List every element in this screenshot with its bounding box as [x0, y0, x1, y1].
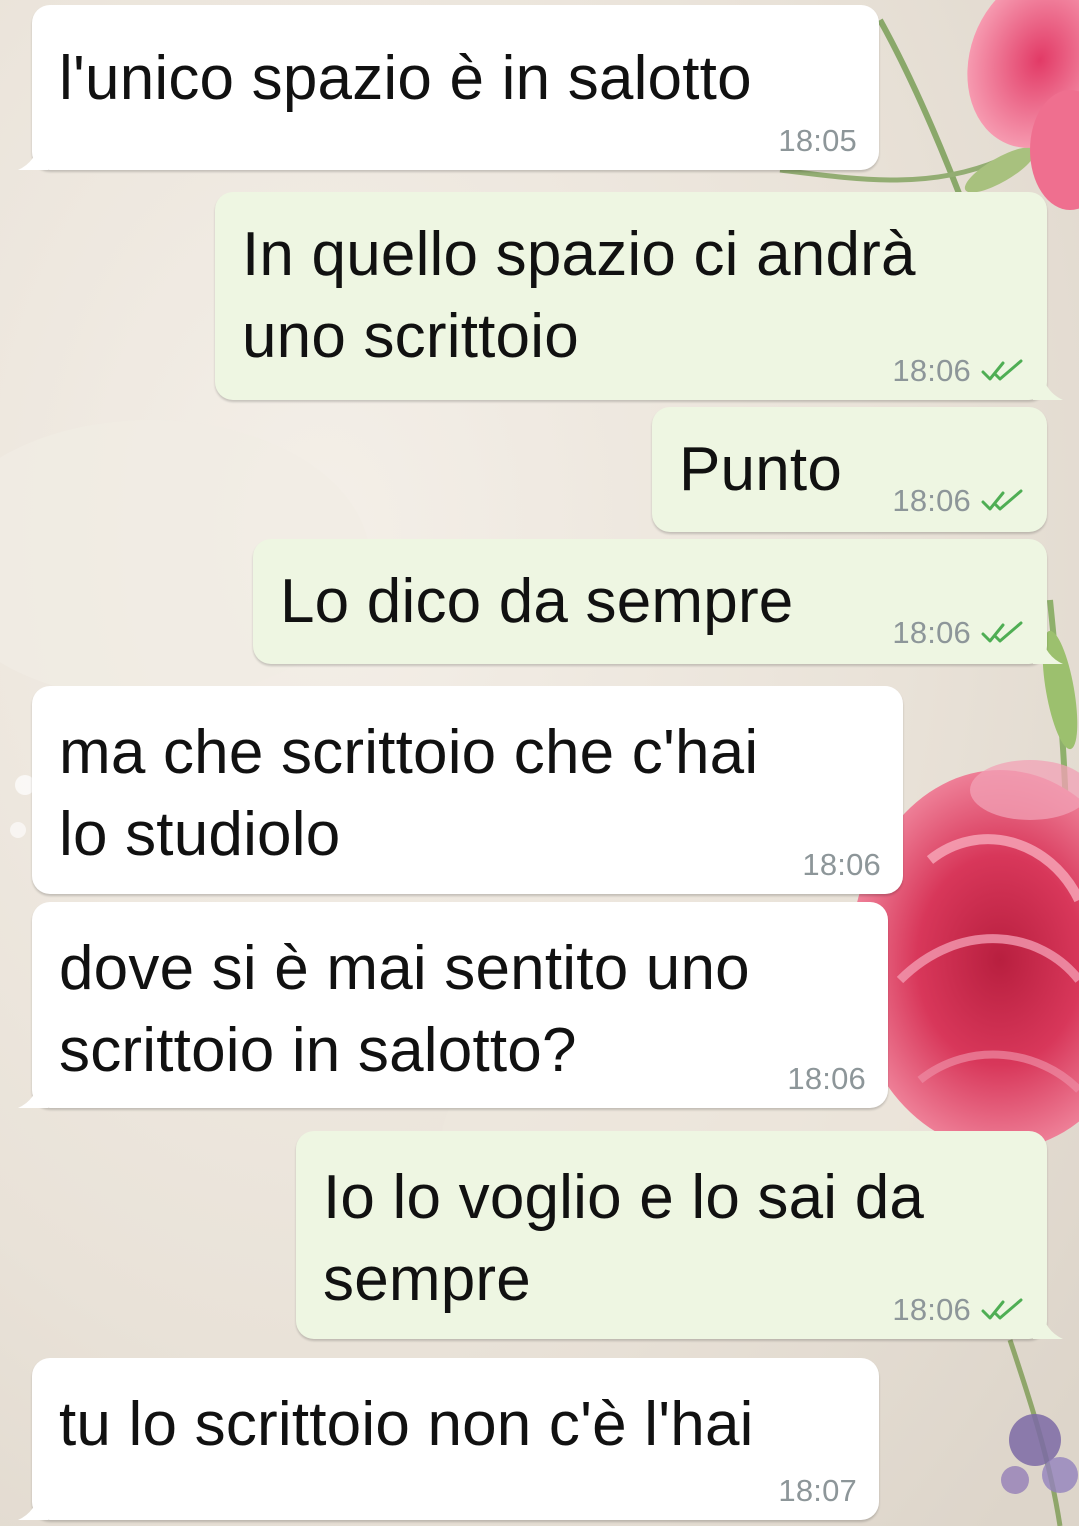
message-meta: 18:06: [892, 1293, 1027, 1327]
message-text: Punto: [679, 435, 843, 504]
message-text: In quello spazio ci andrà uno scrittoio: [242, 220, 916, 371]
message-text: dove si è mai sentito uno scrittoio in s…: [59, 934, 750, 1085]
message-bubble-incoming[interactable]: dove si è mai sentito uno scrittoio in s…: [18, 902, 888, 1108]
message-time: 18:06: [892, 615, 971, 650]
double-check-icon: [981, 359, 1023, 381]
message-meta: 18:06: [802, 848, 881, 882]
message-meta: 18:06: [892, 616, 1027, 650]
message-text: Io lo voglio e lo sai da sempre: [323, 1163, 925, 1314]
bubble-tail: [1033, 1309, 1063, 1339]
message-text: tu lo scrittoio non c'è l'hai: [59, 1390, 754, 1459]
bubble-tail: [18, 1078, 48, 1108]
message-bubble-incoming[interactable]: ma che scrittoio che c'hai lo studiolo 1…: [32, 686, 903, 894]
message-meta: 18:07: [778, 1474, 857, 1508]
message-meta: 18:06: [892, 484, 1027, 518]
message-text: ma che scrittoio che c'hai lo studiolo: [59, 718, 759, 869]
double-check-icon: [981, 621, 1023, 643]
bubble-tail: [18, 140, 48, 170]
message-text: l'unico spazio è in salotto: [59, 44, 752, 113]
message-time: 18:06: [892, 353, 971, 388]
message-meta: 18:05: [778, 124, 857, 158]
chat-conversation: l'unico spazio è in salotto 18:05 In que…: [0, 0, 1079, 1526]
message-text: Lo dico da sempre: [280, 567, 794, 636]
message-time: 18:07: [778, 1473, 857, 1508]
message-bubble-outgoing[interactable]: Punto 18:06: [652, 407, 1047, 532]
message-meta: 18:06: [787, 1062, 866, 1096]
message-time: 18:06: [892, 1292, 971, 1327]
message-time: 18:05: [778, 123, 857, 158]
double-check-icon: [981, 1298, 1023, 1320]
bubble-tail: [1033, 370, 1063, 400]
message-meta: 18:06: [892, 354, 1027, 388]
message-bubble-outgoing[interactable]: Lo dico da sempre 18:06: [253, 539, 1063, 664]
message-bubble-outgoing[interactable]: In quello spazio ci andrà uno scrittoio …: [215, 192, 1063, 400]
message-time: 18:06: [802, 847, 881, 882]
message-bubble-incoming[interactable]: l'unico spazio è in salotto 18:05: [18, 5, 879, 170]
double-check-icon: [981, 489, 1023, 511]
bubble-tail: [1033, 634, 1063, 664]
message-time: 18:06: [787, 1061, 866, 1096]
message-time: 18:06: [892, 483, 971, 518]
message-bubble-outgoing[interactable]: Io lo voglio e lo sai da sempre 18:06: [296, 1131, 1063, 1339]
bubble-tail: [18, 1490, 48, 1520]
message-bubble-incoming[interactable]: tu lo scrittoio non c'è l'hai 18:07: [18, 1358, 879, 1520]
